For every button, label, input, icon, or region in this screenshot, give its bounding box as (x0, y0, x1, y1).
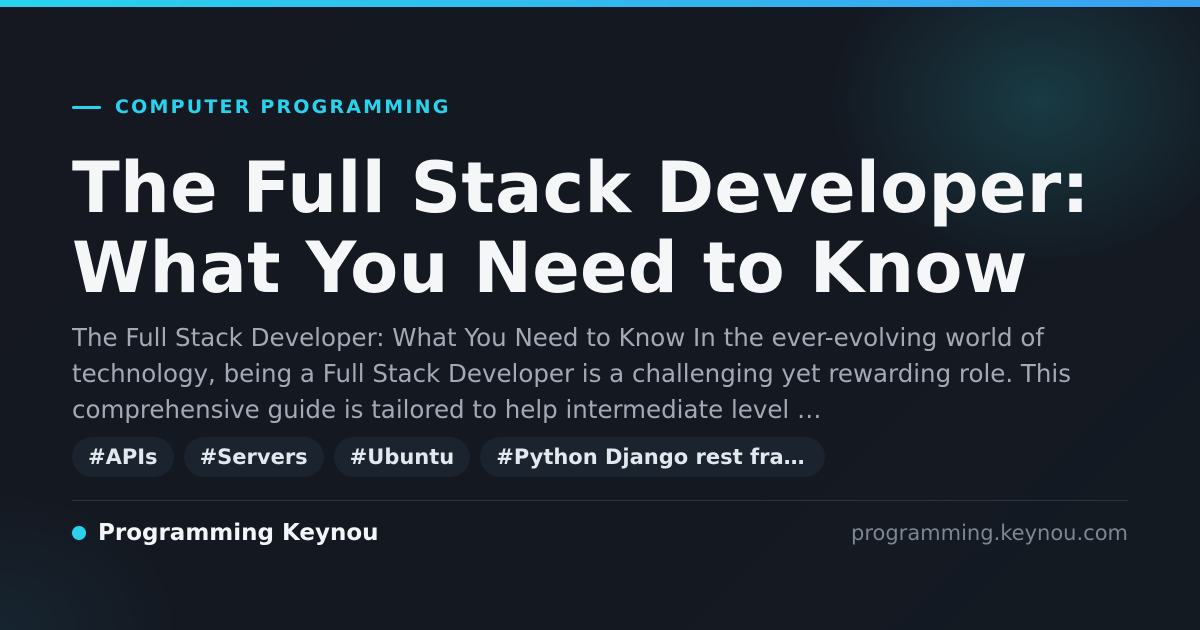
accent-top-bar (0, 0, 1200, 7)
brand-dot-icon (72, 526, 86, 540)
site-url: programming.keynou.com (851, 521, 1128, 545)
article-title: The Full Stack Developer: What You Need … (72, 148, 1132, 308)
share-card: COMPUTER PROGRAMMING The Full Stack Deve… (0, 0, 1200, 630)
tag-pill-servers: #Servers (183, 437, 324, 477)
tag-pill-ubuntu: #Ubuntu (333, 437, 471, 477)
tag-pill-python-django: #Python Django rest fram… (480, 437, 826, 477)
category-dash-icon (72, 105, 101, 109)
brand-name: Programming Keynou (98, 520, 379, 546)
category-text: COMPUTER PROGRAMMING (115, 96, 451, 118)
article-title-line-1: The Full Stack Developer: (72, 147, 1090, 229)
article-excerpt: The Full Stack Developer: What You Need … (72, 323, 1071, 424)
tag-list: #APIs #Servers #Ubuntu #Python Django re… (72, 437, 826, 477)
footer-divider (72, 500, 1128, 501)
tag-pill-apis: #APIs (72, 437, 174, 477)
article-title-line-2: What You Need to Know (72, 227, 1028, 309)
category-label: COMPUTER PROGRAMMING (72, 96, 451, 118)
brand: Programming Keynou (72, 519, 379, 547)
